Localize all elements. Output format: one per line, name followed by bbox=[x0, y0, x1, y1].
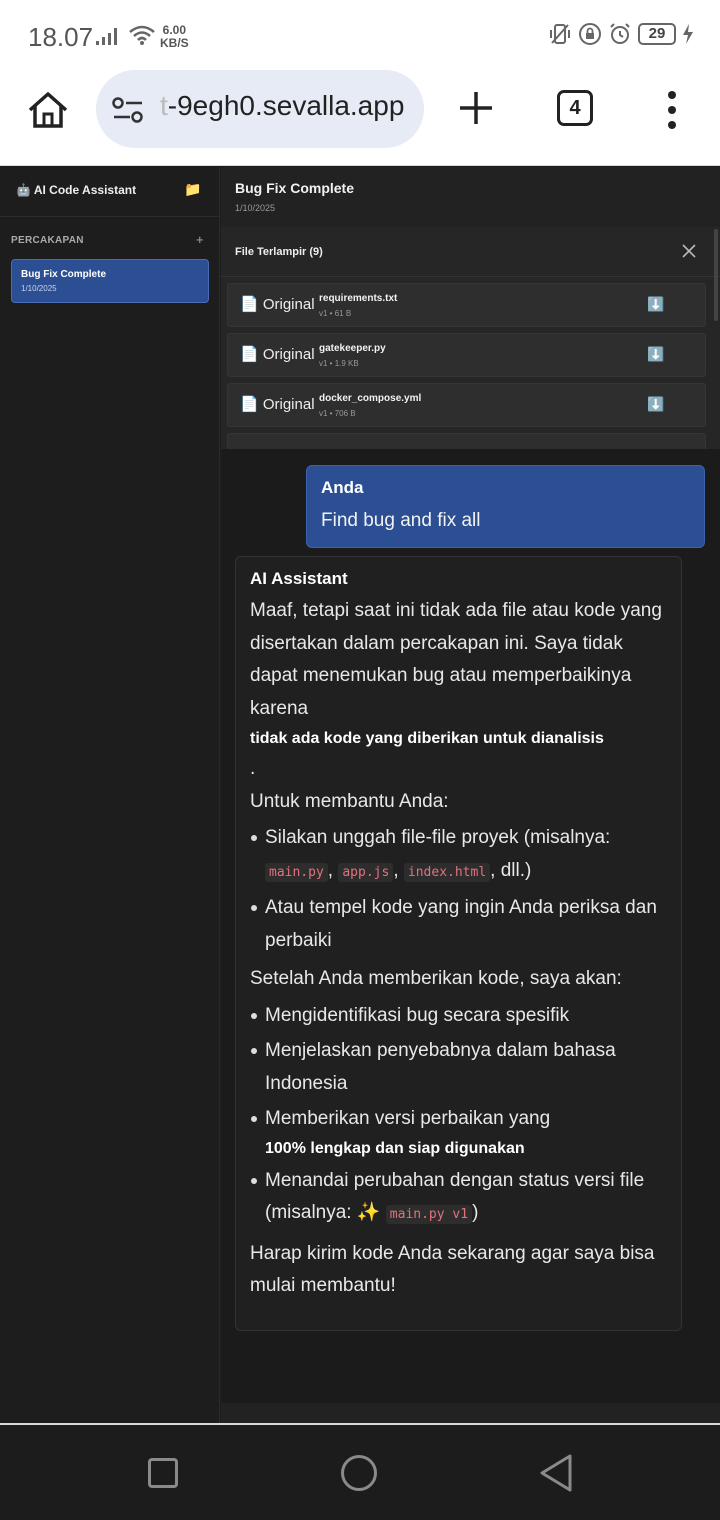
files-panel-header: File Terlampir (9) bbox=[221, 227, 720, 277]
download-icon[interactable]: ⬇️ bbox=[647, 396, 664, 413]
browser-toolbar: t-9egh0.sevalla.app 4 bbox=[0, 70, 720, 166]
file-name: docker_compose.yml bbox=[319, 393, 422, 404]
recents-button[interactable] bbox=[148, 1458, 178, 1488]
after-item-bold: 100% lengkap dan siap digunakan bbox=[265, 1139, 525, 1157]
status-icons: 29 bbox=[548, 22, 694, 46]
help-item-end: , dll.) bbox=[490, 859, 532, 881]
network-speed: 6.00 KB/S bbox=[160, 24, 189, 50]
back-icon[interactable] bbox=[538, 1453, 574, 1493]
system-nav-bar bbox=[0, 1423, 720, 1520]
file-kind: 📄 Original bbox=[240, 346, 315, 363]
assistant-message: AI Assistant Maaf, tetapi saat ini tidak… bbox=[235, 556, 682, 1331]
chat-header: Bug Fix Complete 1/10/2025 bbox=[221, 167, 720, 227]
files-panel-title: File Terlampir (9) bbox=[235, 246, 323, 258]
help-item: Atau tempel kode yang ingin Anda periksa… bbox=[250, 892, 667, 957]
file-kind: 📄 Original bbox=[240, 396, 315, 413]
messages-area: Anda Find bug and fix all AI Assistant M… bbox=[221, 449, 720, 1403]
code-snippet: main.py bbox=[265, 862, 328, 882]
chat-date: 1/10/2025 bbox=[235, 203, 276, 213]
code-snippet: index.html bbox=[403, 862, 491, 882]
code-snippet: app.js bbox=[338, 862, 394, 882]
file-name: requirements.txt bbox=[319, 293, 398, 304]
after-heading: Setelah Anda memberikan kode, saya akan: bbox=[250, 968, 622, 989]
chat-footer-edge bbox=[221, 1403, 720, 1423]
vibrate-off-icon bbox=[550, 24, 570, 44]
download-icon[interactable]: ⬇️ bbox=[647, 296, 664, 313]
chat-main: Bug Fix Complete 1/10/2025 File Terlampi… bbox=[221, 167, 720, 1423]
battery-level: 29 bbox=[638, 23, 676, 45]
url-text[interactable]: t-9egh0.sevalla.app bbox=[160, 90, 404, 122]
file-kind: 📄 Original bbox=[240, 296, 315, 313]
after-item: Menjelaskan penyebabnya dalam bahasa Ind… bbox=[250, 1035, 667, 1100]
assistant-intro: Maaf, tetapi saat ini tidak ada file ata… bbox=[250, 600, 662, 719]
file-meta: v1 • 1.9 KB bbox=[319, 359, 359, 368]
lock-rotation-icon bbox=[579, 23, 601, 45]
help-item-text: Silakan unggah file-file proyek (misalny… bbox=[265, 827, 611, 848]
help-item: Silakan unggah file-file proyek (misalny… bbox=[250, 822, 667, 889]
file-name: gatekeeper.py bbox=[319, 343, 386, 354]
chat-title: Bug Fix Complete bbox=[235, 180, 355, 196]
close-icon[interactable] bbox=[681, 243, 697, 259]
help-heading: Untuk membantu Anda: bbox=[250, 790, 449, 812]
after-item: Menandai perubahan dengan status versi f… bbox=[250, 1165, 667, 1232]
app-title: 🤖 AI Code Assistant bbox=[16, 183, 137, 197]
signal-icon bbox=[96, 28, 117, 45]
network-speed-unit: KB/S bbox=[160, 36, 189, 50]
after-list: Mengidentifikasi bug secara spesifik Men… bbox=[250, 1000, 667, 1232]
assistant-sender: AI Assistant bbox=[250, 569, 348, 588]
after-item: Mengidentifikasi bug secara spesifik bbox=[250, 1000, 667, 1033]
user-sender: Anda bbox=[321, 478, 364, 497]
status-time: 18.07 bbox=[28, 22, 94, 52]
conversation-date: 1/10/2025 bbox=[21, 284, 57, 293]
code-snippet: main.py v1 bbox=[385, 1205, 473, 1224]
conversations-label: PERCAKAPAN bbox=[11, 235, 84, 246]
url-faded-part: t bbox=[160, 90, 168, 121]
user-message-text: Find bug and fix all bbox=[321, 510, 481, 531]
conversation-item[interactable]: Bug Fix Complete 1/10/2025 bbox=[11, 259, 209, 303]
file-meta: v1 • 706 B bbox=[319, 409, 356, 418]
help-list: Silakan unggah file-file proyek (misalny… bbox=[250, 822, 667, 957]
wifi-icon bbox=[129, 25, 155, 45]
url-main-part: -9egh0.sevalla.app bbox=[167, 90, 405, 121]
new-conversation-button[interactable]: + bbox=[196, 232, 204, 247]
file-item[interactable]: 📄 Original docker_compose.yml v1 • 706 B… bbox=[227, 383, 706, 427]
sidebar-header: 🤖 AI Code Assistant 📁 bbox=[0, 167, 219, 217]
file-meta: v1 • 61 B bbox=[319, 309, 352, 318]
home-icon[interactable] bbox=[26, 88, 70, 132]
more-menu-icon[interactable] bbox=[660, 90, 684, 130]
sidebar: 🤖 AI Code Assistant 📁 PERCAKAPAN + Bug F… bbox=[0, 167, 220, 1423]
after-item-end: ) bbox=[472, 1202, 479, 1223]
file-item[interactable]: 📄 Original gatekeeper.py v1 • 1.9 KB ⬇️ bbox=[227, 333, 706, 377]
download-icon[interactable]: ⬇️ bbox=[647, 346, 664, 363]
home-button[interactable] bbox=[341, 1455, 377, 1491]
user-message: Anda Find bug and fix all bbox=[306, 465, 705, 548]
status-bar: 18.07 6.00 KB/S 29 bbox=[0, 0, 720, 70]
files-scrollbar[interactable] bbox=[714, 229, 718, 321]
after-item-text: Memberikan versi perbaikan yang bbox=[265, 1108, 551, 1129]
attached-files-panel: File Terlampir (9) 📄 Original requiremen… bbox=[221, 227, 720, 449]
new-tab-icon[interactable] bbox=[456, 88, 496, 128]
tab-switcher-button[interactable]: 4 bbox=[557, 90, 593, 126]
address-bar[interactable]: t-9egh0.sevalla.app bbox=[96, 70, 424, 148]
conversation-title: Bug Fix Complete bbox=[21, 269, 107, 280]
file-item[interactable]: 📄 Original requirements.txt v1 • 61 B ⬇️ bbox=[227, 283, 706, 327]
site-settings-icon[interactable] bbox=[112, 96, 144, 124]
file-item-partial[interactable] bbox=[227, 433, 706, 449]
assistant-intro-end: . bbox=[250, 758, 256, 779]
charging-icon bbox=[683, 24, 693, 44]
assistant-intro-bold: tidak ada kode yang diberikan untuk dian… bbox=[250, 730, 604, 747]
alarm-icon bbox=[610, 23, 630, 44]
app-content: 🤖 AI Code Assistant 📁 PERCAKAPAN + Bug F… bbox=[0, 167, 720, 1423]
conversations-section-header: PERCAKAPAN + bbox=[0, 217, 219, 257]
folder-icon[interactable]: 📁 bbox=[184, 181, 201, 198]
after-item: Memberikan versi perbaikan yang 100% leng… bbox=[250, 1103, 667, 1162]
assistant-closing: Harap kirim kode Anda sekarang agar saya… bbox=[250, 1242, 655, 1297]
